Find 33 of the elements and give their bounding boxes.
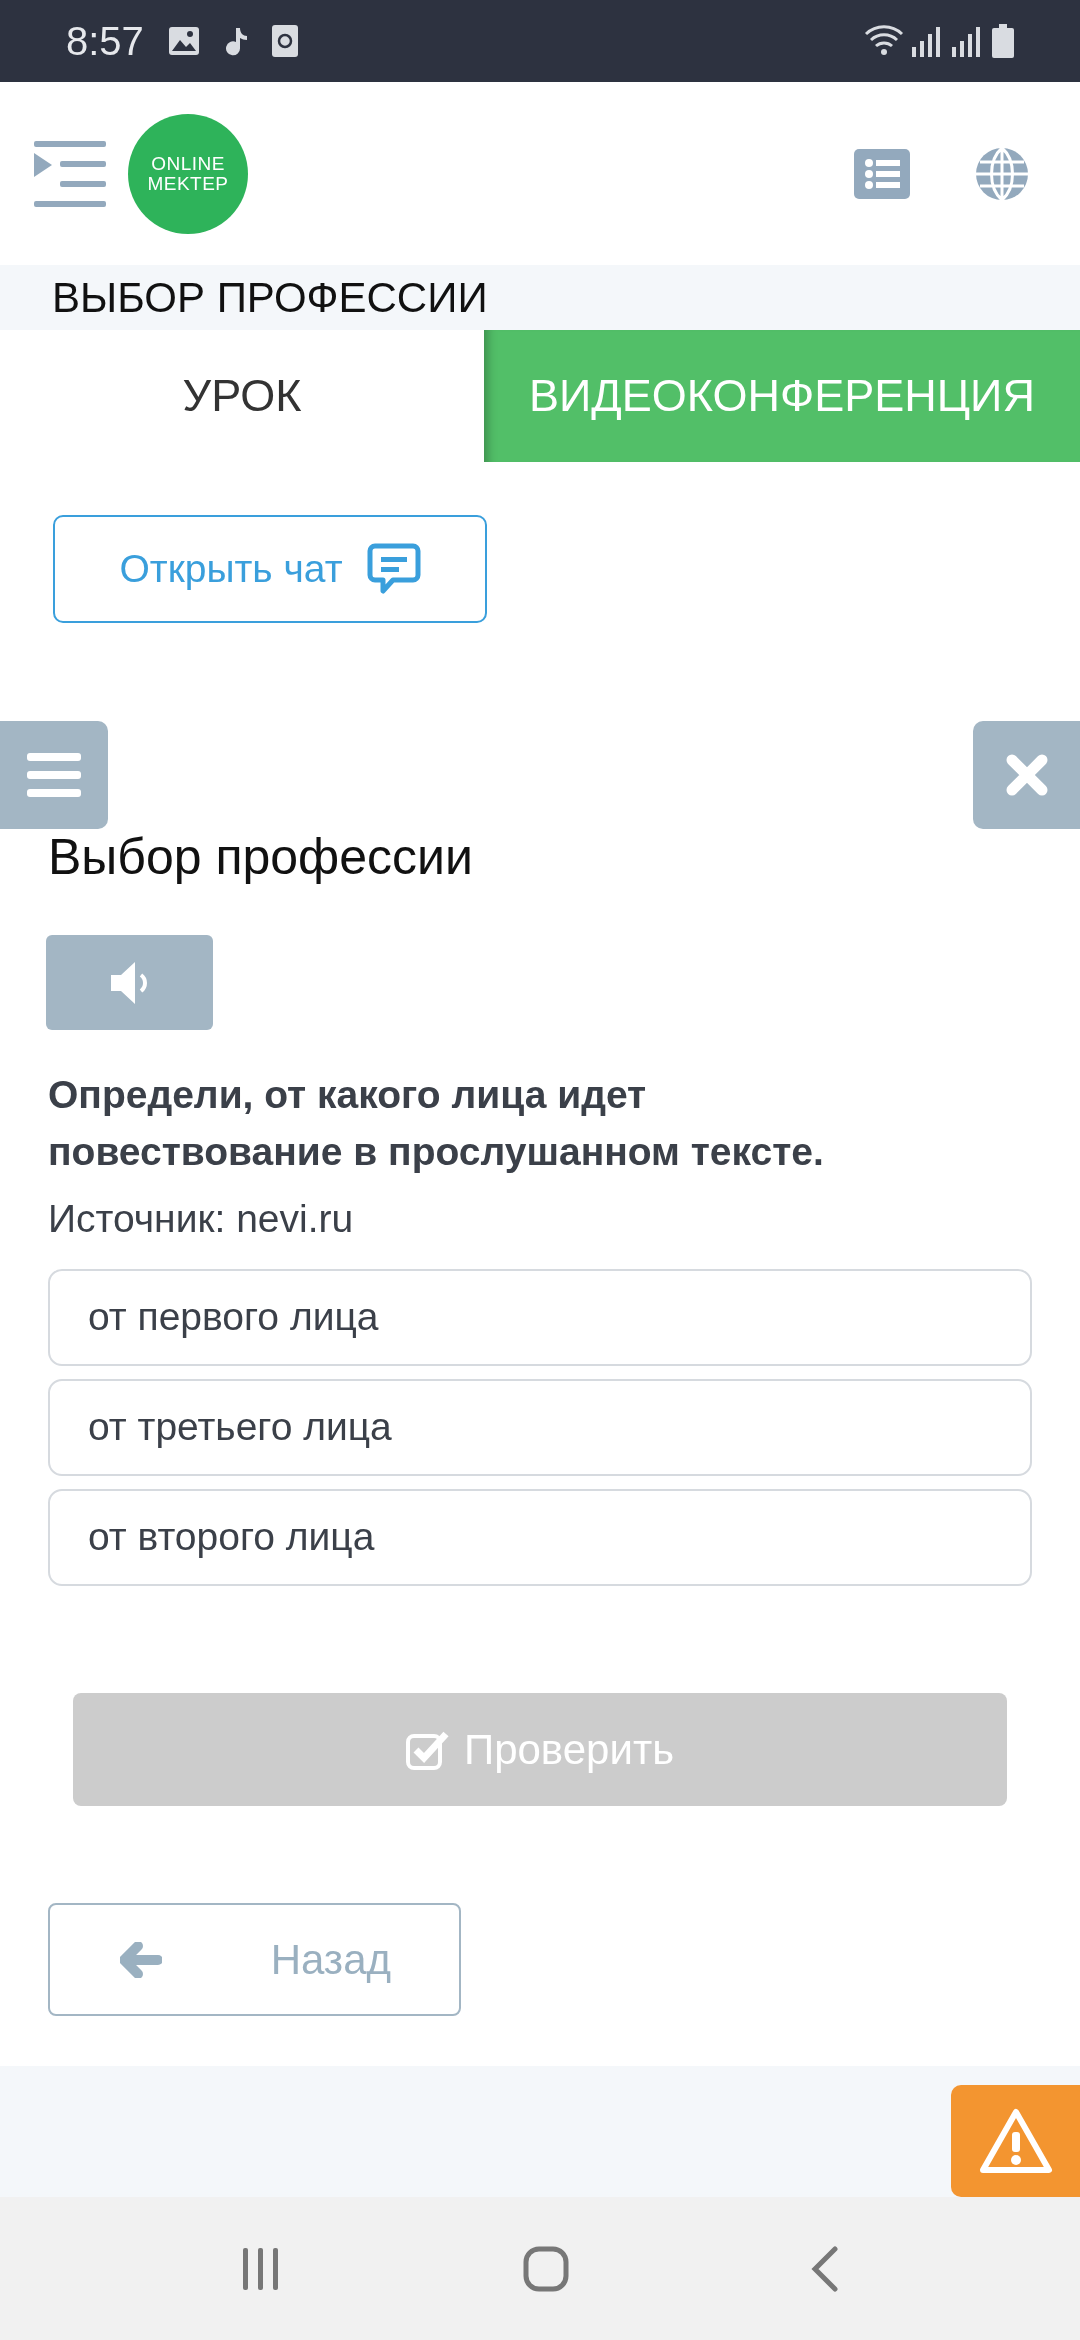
close-button[interactable] [973,721,1080,829]
clock-icon [271,25,298,57]
task-title: Выбор профессии [48,828,474,887]
wifi-icon [864,24,904,58]
lesson-title: ВЫБОР ПРОФЕССИИ [52,273,488,322]
question-text: Определи, от какого лица идет повествование в прослушанном тексте. [48,1072,825,1175]
menu-icon [27,753,81,797]
logo-text: MEKTEP [147,173,229,194]
menu-icon[interactable] [34,140,106,207]
audio-button[interactable] [46,935,213,1030]
signal-icon [910,25,940,57]
list-icon[interactable] [854,148,910,199]
globe-icon[interactable] [974,145,1030,202]
warning-icon [978,2108,1053,2174]
recent-apps-icon[interactable] [241,2247,281,2290]
status-time: 8:57 [66,18,144,65]
image-icon [167,26,200,56]
close-icon [1005,754,1048,796]
answer-option[interactable]: от второго лица [48,1489,1032,1586]
back-icon[interactable] [811,2245,839,2292]
menu-button[interactable] [0,721,108,829]
arrow-left-icon [120,1941,162,1978]
battery-icon [992,24,1014,58]
answer-option[interactable]: от первого лица [48,1269,1032,1366]
music-note-icon [223,26,248,56]
logo-text: ONLINE [151,153,225,174]
signal-icon [950,25,980,57]
chat-icon [366,543,421,595]
checkbox-icon [405,1729,450,1770]
home-icon[interactable] [523,2245,569,2292]
warning-button[interactable] [951,2085,1080,2197]
answer-option[interactable]: от третьего лица [48,1379,1032,1476]
source-text: Источник: nevi.ru [48,1196,355,1242]
